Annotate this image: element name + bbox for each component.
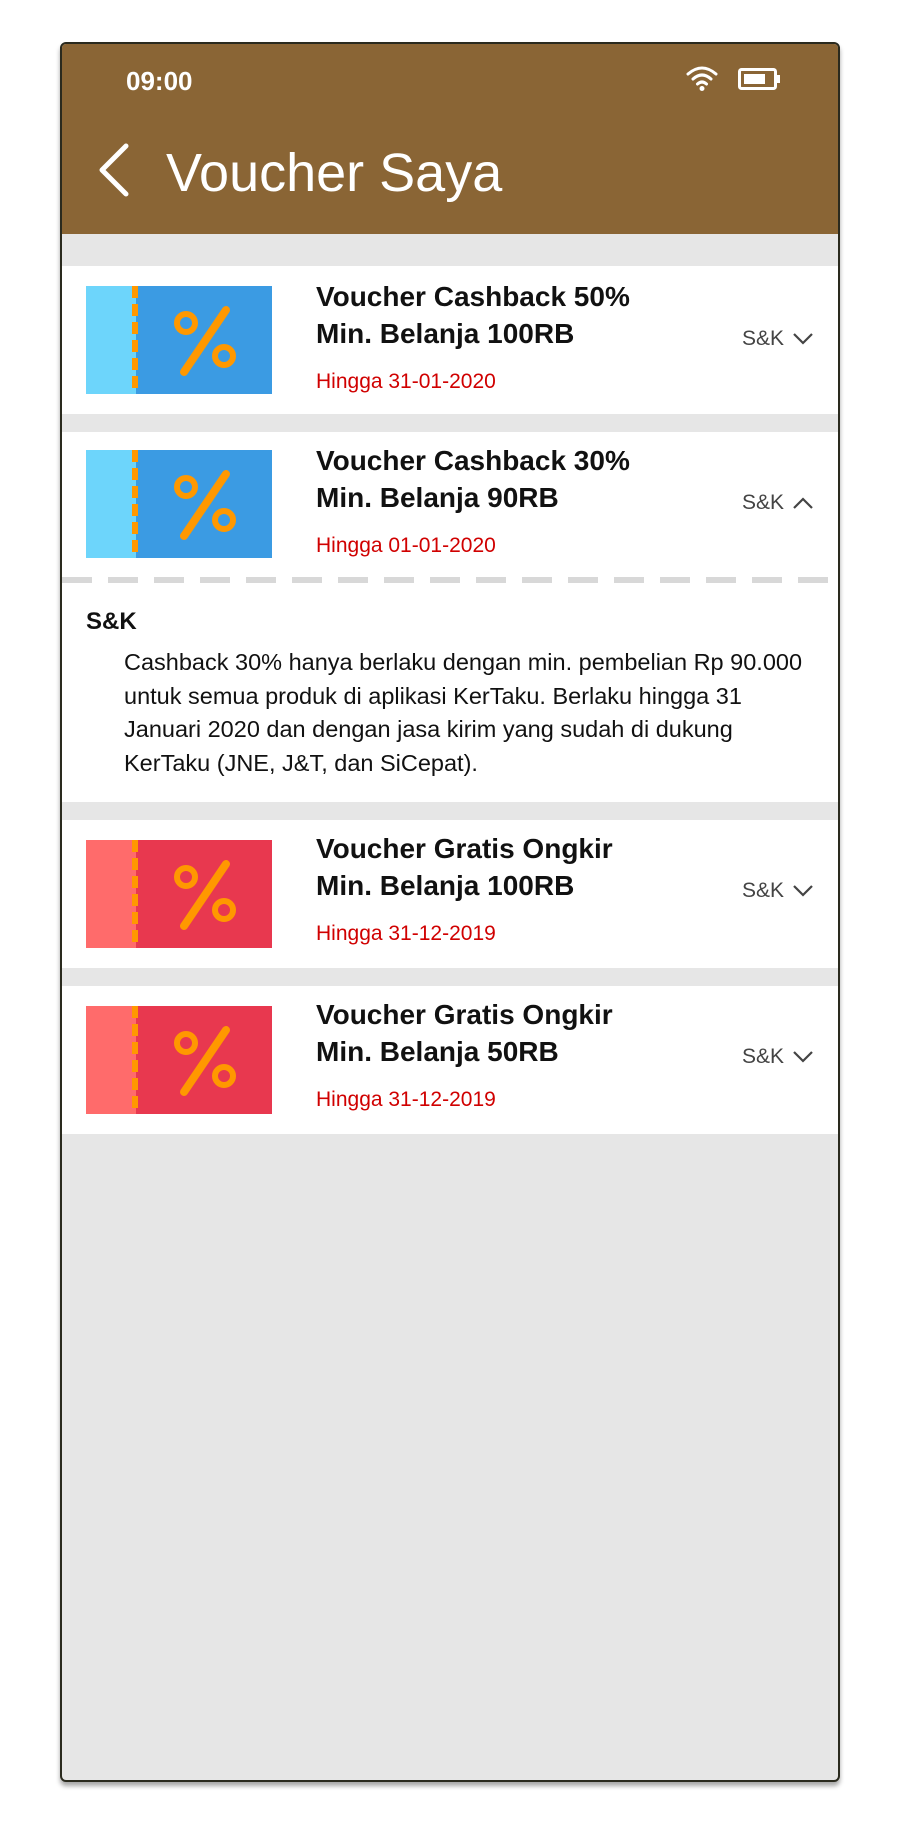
voucher-ticket-icon [86,286,272,394]
terms-heading: S&K [86,608,137,635]
dashed-divider [62,577,838,583]
terms-toggle-label: S&K [742,491,785,514]
chevron-down-icon [793,1051,813,1063]
voucher-card[interactable]: Voucher Gratis Ongkir Min. Belanja 50RB … [62,986,838,1134]
voucher-ticket-icon [86,450,272,558]
voucher-title: Voucher Gratis Ongkir Min. Belanja 50RB [316,996,613,1070]
terms-toggle[interactable]: S&K [742,1042,814,1072]
terms-text: Cashback 30% hanya berlaku dengan min. p… [124,649,803,776]
voucher-expiry: Hingga 31-01-2020 [316,370,496,393]
voucher-title-line2: Min. Belanja 90RB [316,482,559,513]
terms-toggle[interactable]: S&K [742,876,814,906]
status-time: 09:00 [126,66,193,96]
voucher-card[interactable]: Voucher Gratis Ongkir Min. Belanja 100RB… [62,820,838,968]
voucher-title: Voucher Cashback 50% Min. Belanja 100RB [316,278,630,352]
voucher-title-line1: Voucher Gratis Ongkir [316,833,613,864]
voucher-title-line1: Voucher Gratis Ongkir [316,999,613,1030]
voucher-expiry: Hingga 31-12-2019 [316,922,496,945]
chevron-down-icon [793,885,813,897]
terms-toggle[interactable]: S&K [742,324,814,354]
voucher-card[interactable]: Voucher Cashback 50% Min. Belanja 100RB … [62,266,838,414]
chevron-up-icon [793,497,813,509]
voucher-title: Voucher Gratis Ongkir Min. Belanja 100RB [316,830,613,904]
chevron-down-icon [793,333,813,345]
voucher-card[interactable]: Voucher Cashback 30% Min. Belanja 90RB H… [62,432,838,802]
terms-toggle-label: S&K [742,1045,785,1068]
voucher-expiry: Hingga 31-12-2019 [316,1088,496,1111]
voucher-title: Voucher Cashback 30% Min. Belanja 90RB [316,442,630,516]
voucher-ticket-icon [86,1006,272,1114]
voucher-ticket-icon [86,840,272,948]
app-bar: 09:00 Voucher Saya [62,44,838,234]
phone-screen: 09:00 Voucher Saya Voucher Cashback 50% … [60,42,840,1782]
back-button[interactable] [82,136,138,204]
voucher-title-line2: Min. Belanja 50RB [316,1036,559,1067]
voucher-title-line2: Min. Belanja 100RB [316,870,575,901]
voucher-expiry: Hingga 01-01-2020 [316,534,496,557]
terms-toggle-label: S&K [742,879,785,902]
wifi-icon [686,66,718,91]
voucher-title-line2: Min. Belanja 100RB [316,318,575,349]
page-title: Voucher Saya [166,143,503,203]
voucher-title-line1: Voucher Cashback 30% [316,445,630,476]
terms-toggle[interactable]: S&K [742,488,814,518]
battery-icon [738,68,780,90]
terms-toggle-label: S&K [742,327,785,350]
voucher-title-line1: Voucher Cashback 50% [316,281,630,312]
